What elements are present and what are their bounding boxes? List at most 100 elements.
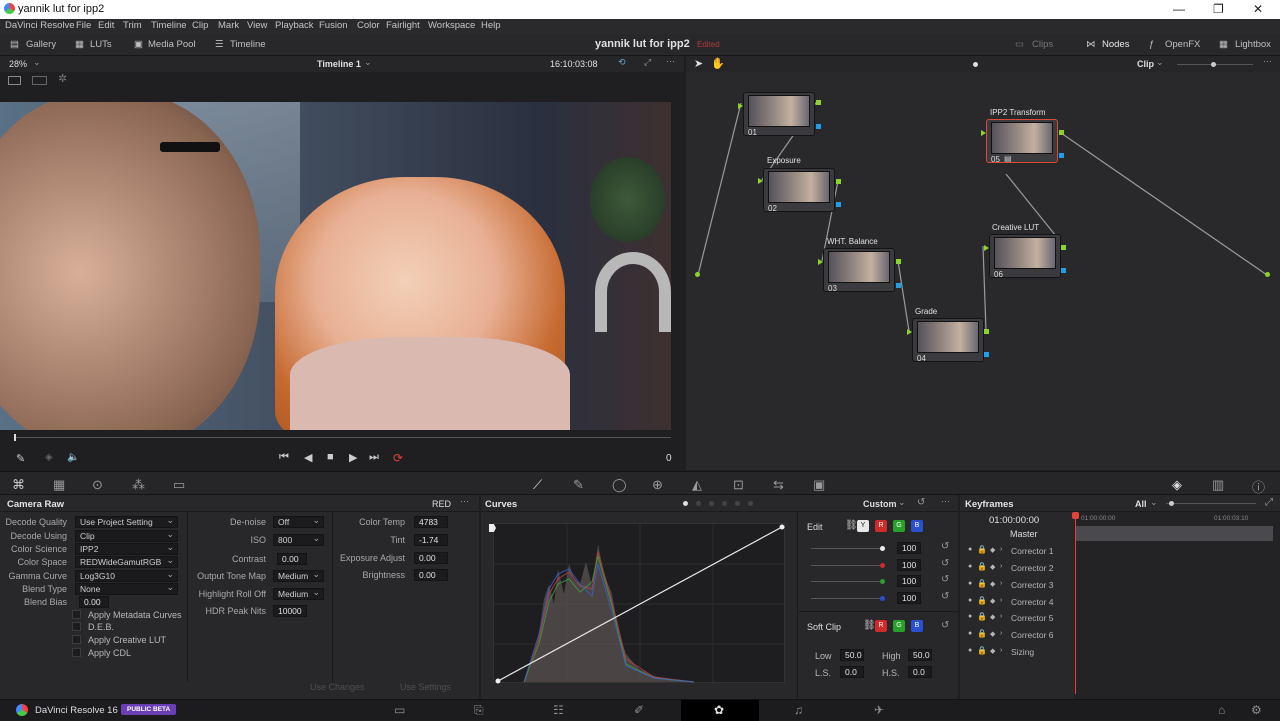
scopes-icon[interactable]: ▥ (1212, 477, 1224, 493)
keyframe-row-corrector-6[interactable]: ● 🔒 ◆ › Corrector 6 (964, 629, 1072, 644)
node-editor[interactable]: ➤ ✋ Clip ⌄ ⋯ 01 Exposure 02 WHT. Balance (686, 56, 1280, 470)
node-05-key-output[interactable] (1059, 153, 1064, 158)
node-01-rgb-input[interactable] (738, 103, 743, 109)
enable-dot-icon[interactable]: ● (968, 647, 972, 654)
node-05[interactable]: 05 ▤ (986, 119, 1058, 164)
node-01-rgb-output[interactable] (816, 100, 821, 105)
timeline-name[interactable]: Timeline 1 (317, 59, 361, 69)
curve-white-point[interactable] (779, 524, 785, 530)
curves-page-dot[interactable] (735, 501, 740, 506)
menu-edit[interactable]: Edit (98, 20, 114, 31)
media-pool-button[interactable]: Media Pool (148, 39, 196, 50)
g-intensity-field[interactable]: 100 (897, 575, 921, 587)
keyframes-zoom-slider[interactable] (1166, 503, 1256, 504)
brightness-field[interactable]: 0.00 (414, 569, 448, 581)
clips-button[interactable]: Clips (1032, 39, 1053, 50)
lock-icon[interactable]: 🔒 (977, 646, 987, 655)
node-05-rgb-input[interactable] (981, 130, 986, 136)
curves-page-dot[interactable] (709, 501, 714, 506)
keyframe-diamond-icon[interactable]: ◆ (990, 597, 995, 605)
zoom-chevron-icon[interactable]: ⌄ (33, 57, 41, 68)
gallery-button[interactable]: Gallery (26, 39, 56, 50)
curves-page-dot[interactable] (683, 501, 688, 506)
denoise-select[interactable]: Off (273, 515, 324, 528)
gamma-curve-select[interactable]: Log3G10 (75, 569, 178, 582)
link-icon[interactable]: ⛓ (845, 520, 858, 531)
keyframes-playhead-marker[interactable] (1072, 512, 1079, 519)
lock-icon[interactable]: 🔒 (977, 562, 987, 571)
node-01-key-output[interactable] (816, 124, 821, 129)
color-match-icon[interactable]: ▦ (53, 477, 65, 493)
keyframe-row-corrector-3[interactable]: ● 🔒 ◆ › Corrector 3 (964, 579, 1072, 594)
node-03-rgb-input[interactable] (818, 259, 823, 265)
use-settings-button[interactable]: Use Settings (400, 682, 451, 692)
low-field[interactable]: 50.0 (840, 649, 864, 661)
info-icon[interactable]: ⓘ (1252, 477, 1265, 496)
r-slider-handle[interactable] (880, 563, 885, 568)
node-02-key-output[interactable] (836, 202, 841, 207)
play-icon[interactable]: ▶ (349, 451, 357, 464)
close-button[interactable]: ✕ (1253, 2, 1263, 16)
blend-bias-field[interactable]: 0.00 (79, 596, 109, 608)
tracker-icon[interactable]: ⊕ (652, 477, 663, 493)
keyframes-filter-chevron-icon[interactable]: ⌄ (1150, 497, 1158, 508)
enable-dot-icon[interactable]: ● (968, 613, 972, 620)
loop-icon[interactable]: ⟳ (393, 451, 403, 465)
fairlight-page-icon[interactable]: ♫ (794, 703, 803, 717)
node-03-rgb-output[interactable] (896, 259, 901, 264)
curves-options-icon[interactable]: ⋯ (941, 496, 950, 507)
highlight-roll-off-select[interactable]: Medium (273, 587, 324, 600)
color-science-select[interactable]: IPP2 (75, 542, 178, 555)
go-to-end-icon[interactable]: ⏭ (369, 451, 379, 464)
3d-icon[interactable]: ▣ (813, 477, 825, 493)
curves-mode-chevron-icon[interactable]: ⌄ (898, 497, 906, 508)
qualifier-icon[interactable]: ✎ (573, 477, 584, 493)
g-intensity-slider[interactable] (811, 581, 885, 582)
color-temp-field[interactable]: 4783 (414, 516, 448, 528)
curves-page-dot[interactable] (722, 501, 727, 506)
keyframe-diamond-icon[interactable]: ◆ (990, 647, 995, 655)
play-reverse-icon[interactable]: ◀ (304, 451, 312, 464)
master-track-bar[interactable] (1075, 526, 1273, 541)
b-slider-handle[interactable] (880, 596, 885, 601)
menu-view[interactable]: View (247, 20, 267, 31)
hs-field[interactable]: 0.0 (908, 666, 932, 678)
keyframe-diamond-icon[interactable]: ◆ (990, 580, 995, 588)
node-06-key-output[interactable] (1061, 268, 1066, 273)
node-02[interactable]: 02 (763, 168, 835, 213)
media-page-icon[interactable]: ▭ (394, 703, 405, 717)
expand-chevron-icon[interactable]: › (1000, 630, 1002, 637)
color-space-select[interactable]: REDWideGamutRGB (75, 555, 178, 568)
g-slider-handle[interactable] (880, 579, 885, 584)
iso-select[interactable]: 800 (273, 533, 324, 546)
soft-clip-link-icon[interactable]: ⛓ (863, 620, 876, 631)
color-wheels-icon[interactable]: ⊙ (92, 477, 103, 493)
viewer-options-icon[interactable]: ⋯ (666, 56, 675, 67)
volume-icon[interactable]: 🔈 (67, 452, 79, 463)
edit-page-icon[interactable]: ☷ (553, 703, 564, 717)
menu-mark[interactable]: Mark (218, 20, 239, 31)
channel-g-button[interactable]: G (893, 520, 905, 532)
curve-graph[interactable] (493, 523, 786, 684)
apply-cdl-checkbox[interactable] (72, 648, 81, 657)
cut-page-icon[interactable]: ⎘ (474, 703, 484, 718)
keyframe-diamond-icon[interactable]: ◆ (990, 630, 995, 638)
fullscreen-icon[interactable]: ⤢ (644, 57, 651, 68)
y-slider-handle[interactable] (880, 546, 885, 551)
color-page-icon[interactable]: ✿ (714, 703, 724, 717)
lightbox-button[interactable]: Lightbox (1235, 39, 1271, 50)
node-06-rgb-output[interactable] (1061, 245, 1066, 250)
keyframe-diamond-icon[interactable]: ◆ (990, 546, 995, 554)
keyframes-zoom-handle[interactable] (1169, 501, 1174, 506)
g-reset-icon[interactable]: ↺ (941, 574, 949, 585)
timeline-button[interactable]: Timeline (230, 39, 266, 50)
layers-icon[interactable]: ◈ (45, 452, 53, 463)
node-03-key-output[interactable] (896, 283, 901, 288)
keyframes-expand-icon[interactable]: ⤢ (1265, 497, 1273, 508)
zoom-level[interactable]: 28% (9, 59, 27, 69)
lock-icon[interactable]: 🔒 (977, 629, 987, 638)
enable-dot-icon[interactable]: ● (968, 546, 972, 553)
camera-raw-options-icon[interactable]: ⋯ (460, 496, 469, 507)
enable-dot-icon[interactable]: ● (968, 580, 972, 587)
sync-icon[interactable]: ⟲ (618, 57, 626, 68)
